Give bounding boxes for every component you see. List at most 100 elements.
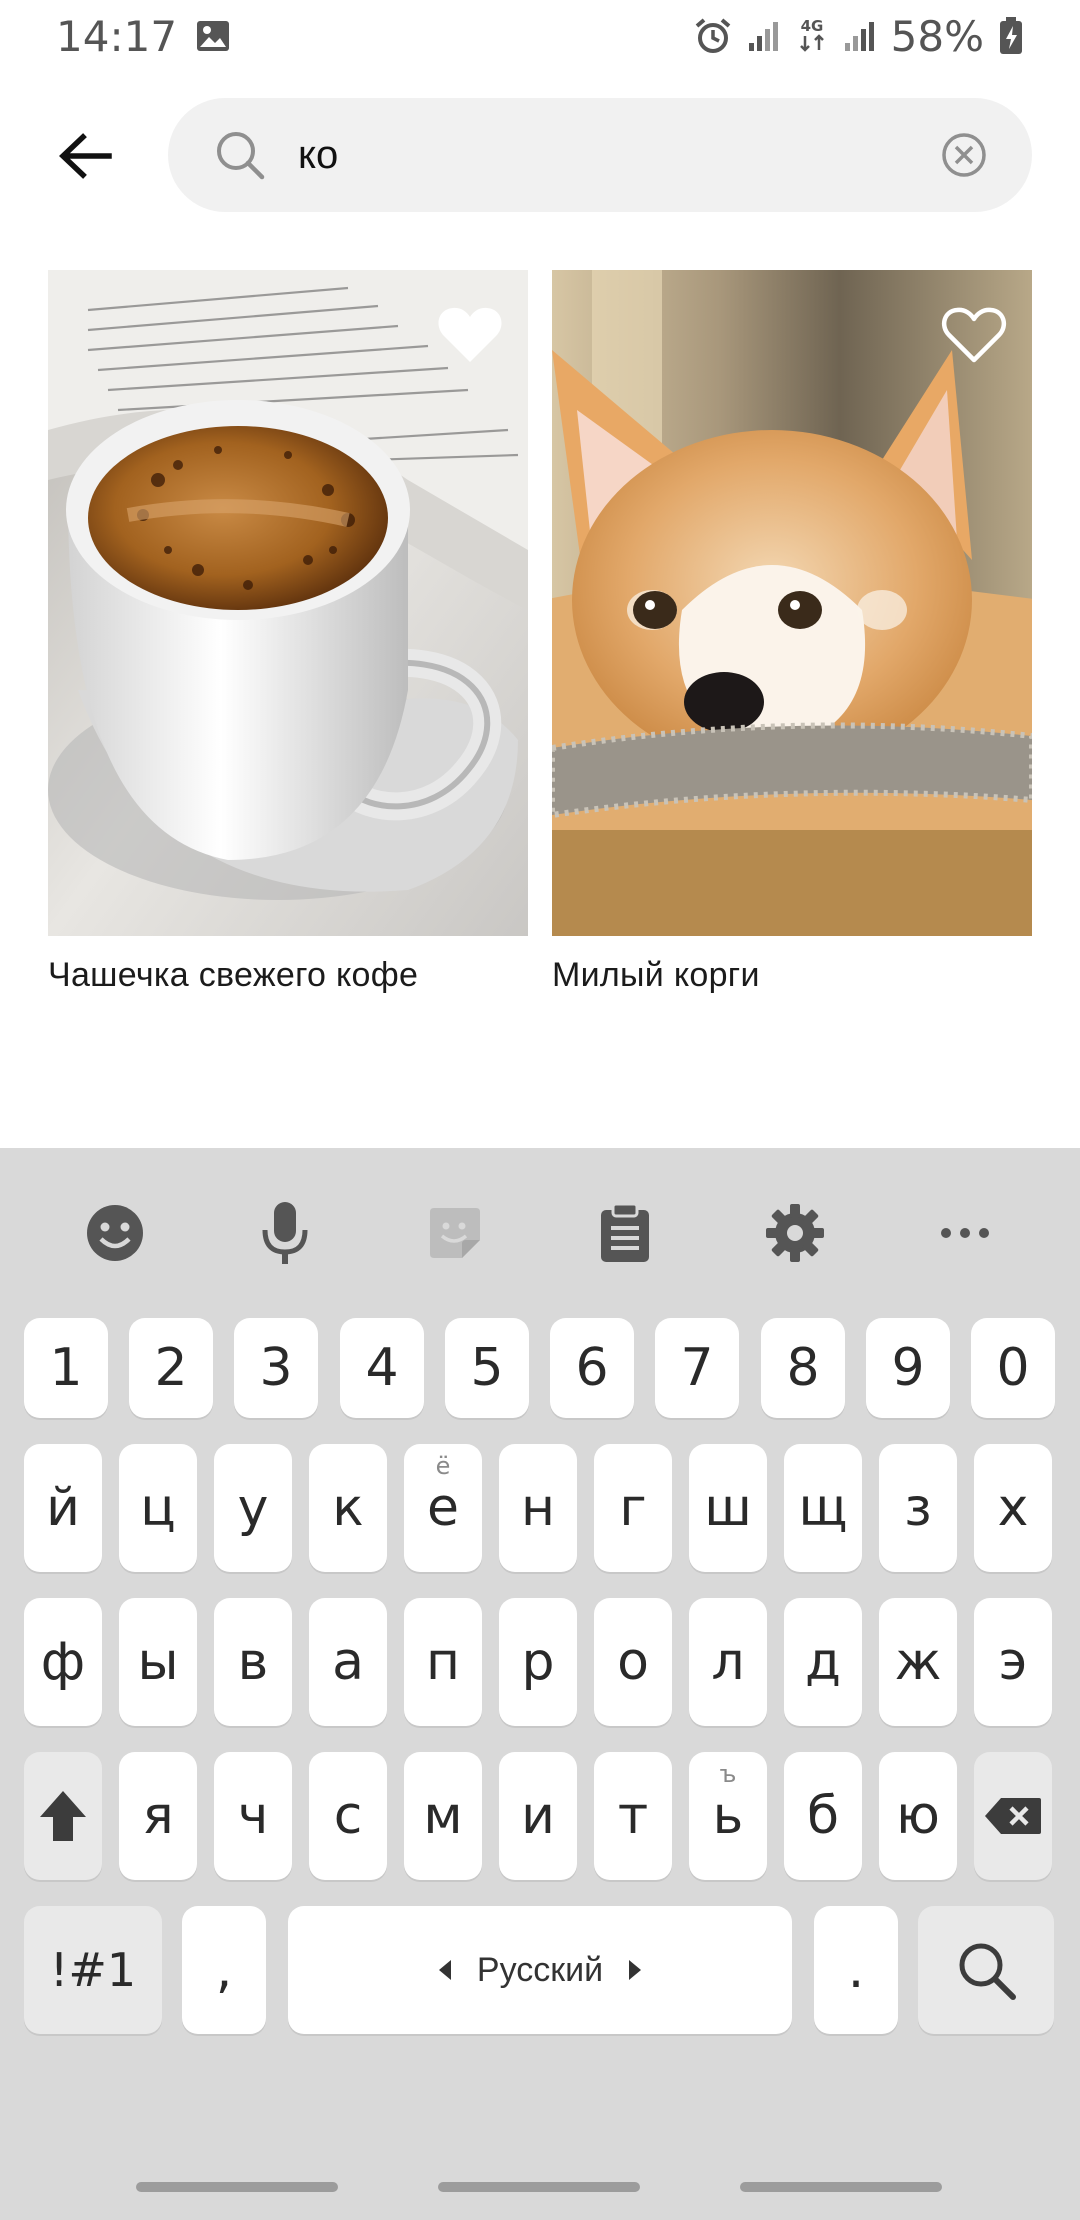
arrow-left-icon bbox=[59, 133, 112, 179]
emoji-icon bbox=[87, 1205, 143, 1261]
key[interactable]: ч bbox=[214, 1752, 292, 1880]
status-time: 14:17 bbox=[56, 11, 178, 61]
key[interactable]: д bbox=[784, 1598, 862, 1726]
key-with-hint[interactable]: ё е bbox=[404, 1444, 482, 1572]
key[interactable]: м bbox=[404, 1752, 482, 1880]
search-icon bbox=[212, 127, 268, 183]
more-button[interactable] bbox=[915, 1183, 1015, 1283]
key[interactable]: н bbox=[499, 1444, 577, 1572]
key[interactable]: з bbox=[879, 1444, 957, 1572]
signal-icon bbox=[843, 19, 877, 53]
backspace-icon bbox=[985, 1798, 1041, 1834]
status-right: 4G 58% bbox=[693, 12, 1024, 61]
letter-row-2: ф ы в а п р о л д ж э bbox=[0, 1598, 1080, 1726]
search-box[interactable] bbox=[168, 98, 1032, 212]
search-header bbox=[0, 98, 1080, 214]
key[interactable]: ж bbox=[879, 1598, 957, 1726]
key[interactable]: 4 bbox=[340, 1318, 424, 1418]
key[interactable]: 7 bbox=[655, 1318, 739, 1418]
key[interactable]: я bbox=[119, 1752, 197, 1880]
keyboard: 1 2 3 4 5 6 7 8 9 0 й ц у к ё е н г ш щ … bbox=[0, 1148, 1080, 2220]
key[interactable]: 3 bbox=[234, 1318, 318, 1418]
letter-row-1: й ц у к ё е н г ш щ з х bbox=[0, 1444, 1080, 1572]
emoji-button[interactable] bbox=[65, 1183, 165, 1283]
key[interactable]: 8 bbox=[761, 1318, 845, 1418]
nav-back-button[interactable] bbox=[740, 2182, 942, 2192]
key[interactable]: б bbox=[784, 1752, 862, 1880]
key[interactable]: а bbox=[309, 1598, 387, 1726]
status-bar: 14:17 4G 58% bbox=[0, 0, 1080, 72]
clear-search-button[interactable] bbox=[936, 127, 992, 183]
key[interactable]: ш bbox=[689, 1444, 767, 1572]
card-title: Милый корги bbox=[552, 956, 760, 994]
backspace-key[interactable] bbox=[974, 1752, 1052, 1880]
battery-charging-icon bbox=[998, 16, 1024, 56]
key[interactable]: л bbox=[689, 1598, 767, 1726]
key[interactable]: в bbox=[214, 1598, 292, 1726]
svg-text:4G: 4G bbox=[800, 17, 823, 35]
key-hint: ъ bbox=[719, 1760, 737, 1788]
nav-recents-button[interactable] bbox=[136, 2182, 338, 2192]
keyboard-settings-button[interactable] bbox=[745, 1183, 845, 1283]
favorite-button-coffee[interactable] bbox=[432, 300, 508, 370]
key[interactable]: и bbox=[499, 1752, 577, 1880]
space-label-group: Русский bbox=[438, 1951, 642, 1990]
voice-input-button[interactable] bbox=[235, 1183, 335, 1283]
key-with-hint[interactable]: ъ ь bbox=[689, 1752, 767, 1880]
coffee-cup-book-image bbox=[48, 270, 528, 936]
result-card-corgi[interactable]: Милый корги bbox=[552, 270, 1032, 995]
symbols-key[interactable]: !#1 bbox=[24, 1906, 162, 2034]
key[interactable]: 1 bbox=[24, 1318, 108, 1418]
language-next-icon bbox=[629, 1960, 642, 1980]
key[interactable]: й bbox=[24, 1444, 102, 1572]
comma-key[interactable]: , bbox=[182, 1906, 266, 2034]
search-enter-key[interactable] bbox=[918, 1906, 1054, 2034]
search-icon bbox=[959, 1943, 1016, 2000]
key[interactable]: ы bbox=[119, 1598, 197, 1726]
shift-key[interactable] bbox=[24, 1752, 102, 1880]
key[interactable]: к bbox=[309, 1444, 387, 1572]
sticker-icon bbox=[430, 1208, 480, 1258]
key[interactable]: у bbox=[214, 1444, 292, 1572]
search-input[interactable] bbox=[298, 115, 936, 195]
key[interactable]: 0 bbox=[971, 1318, 1055, 1418]
favorite-button-corgi[interactable] bbox=[936, 300, 1012, 370]
key[interactable]: о bbox=[594, 1598, 672, 1726]
key[interactable]: ц bbox=[119, 1444, 197, 1572]
key[interactable]: ю bbox=[879, 1752, 957, 1880]
language-prev-icon bbox=[438, 1960, 451, 1980]
key[interactable]: щ bbox=[784, 1444, 862, 1572]
screen: 14:17 4G 58% ко Чашечка свежего кофе Мил… bbox=[0, 0, 1080, 2220]
key[interactable]: ф bbox=[24, 1598, 102, 1726]
key[interactable]: т bbox=[594, 1752, 672, 1880]
results-grid: Чашечка свежего кофе Милый корги bbox=[48, 270, 1032, 995]
gallery-icon bbox=[195, 19, 231, 53]
key[interactable]: р bbox=[499, 1598, 577, 1726]
settings-gear-icon bbox=[766, 1204, 824, 1262]
key[interactable]: 9 bbox=[866, 1318, 950, 1418]
clipboard-button[interactable] bbox=[575, 1183, 675, 1283]
space-key[interactable]: Русский bbox=[288, 1906, 792, 2034]
nav-home-button[interactable] bbox=[438, 2182, 640, 2192]
clipboard-icon bbox=[601, 1202, 649, 1262]
key[interactable]: п bbox=[404, 1598, 482, 1726]
navigation-bar bbox=[0, 2160, 1080, 2220]
status-left: 14:17 bbox=[56, 12, 231, 61]
4g-data-icon: 4G bbox=[795, 16, 829, 56]
letter-row-3: я ч с м и т ъ ь б ю bbox=[0, 1752, 1080, 1880]
key[interactable]: с bbox=[309, 1752, 387, 1880]
card-title: Чашечка свежего кофе bbox=[48, 956, 419, 994]
heart-outline-icon bbox=[941, 307, 1007, 363]
result-card-coffee[interactable]: Чашечка свежего кофе bbox=[48, 270, 528, 995]
key[interactable]: 2 bbox=[129, 1318, 213, 1418]
sticker-button[interactable] bbox=[405, 1183, 505, 1283]
more-icon bbox=[941, 1228, 989, 1238]
back-button[interactable] bbox=[40, 116, 130, 196]
period-key[interactable]: . bbox=[814, 1906, 898, 2034]
key-label: ь bbox=[712, 1786, 744, 1846]
key[interactable]: х bbox=[974, 1444, 1052, 1572]
key[interactable]: э bbox=[974, 1598, 1052, 1726]
key[interactable]: г bbox=[594, 1444, 672, 1572]
key[interactable]: 6 bbox=[550, 1318, 634, 1418]
key[interactable]: 5 bbox=[445, 1318, 529, 1418]
